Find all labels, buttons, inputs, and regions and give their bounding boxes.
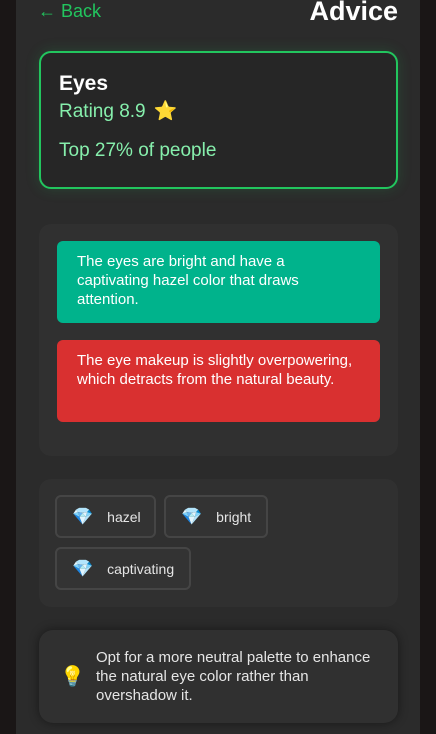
feature-name: Eyes: [59, 72, 109, 95]
page-title: Advice: [309, 0, 398, 26]
gem-icon: 💎: [72, 558, 94, 578]
tip-card: 💡 Opt for a more neutral palette to enha…: [39, 630, 398, 723]
tag-captivating[interactable]: 💎 captivating: [55, 547, 191, 590]
rating-card: Eyes Rating 8.9 ⭐ Top 27% of people: [39, 51, 398, 189]
tag-bright[interactable]: 💎 bright: [164, 495, 268, 538]
tag-label: hazel: [107, 508, 141, 525]
rating-label: Rating 8.9: [59, 101, 146, 122]
back-button[interactable]: ← Back: [38, 1, 101, 22]
rating-row: Rating 8.9 ⭐: [59, 99, 378, 125]
tag-label: bright: [216, 508, 252, 525]
negative-feedback: The eye makeup is slightly overpowering,…: [57, 340, 380, 422]
tag-label: captivating: [107, 560, 175, 577]
gem-icon: 💎: [72, 506, 94, 526]
tags-panel: 💎 hazel 💎 bright 💎 captivating: [39, 479, 398, 607]
header: ← Back Advice: [16, 0, 420, 28]
feedback-panel: The eyes are bright and have a captivati…: [39, 224, 398, 456]
tip-text: Opt for a more neutral palette to enhanc…: [96, 649, 371, 704]
lightbulb-icon: 💡: [60, 666, 85, 688]
percentile-text: Top 27% of people: [59, 140, 217, 161]
gem-icon: 💎: [181, 506, 203, 526]
advice-page: ← Back Advice Eyes Rating 8.9 ⭐ Top 27% …: [16, 0, 420, 734]
star-icon: ⭐: [153, 101, 178, 122]
positive-feedback: The eyes are bright and have a captivati…: [57, 241, 380, 323]
tag-hazel[interactable]: 💎 hazel: [55, 495, 156, 538]
